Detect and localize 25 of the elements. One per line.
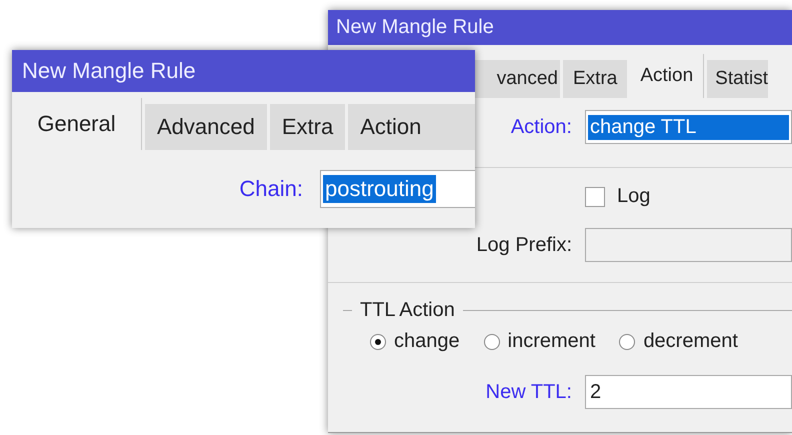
radio-option[interactable]: change	[370, 330, 460, 353]
log-checkbox[interactable]	[585, 186, 605, 206]
field-label: Action:	[510, 116, 572, 138]
tab[interactable]: Advanced	[145, 104, 267, 150]
action-dropdown[interactable]: change TTL	[585, 110, 792, 144]
field-value: 2	[589, 380, 602, 404]
field-value: postrouting	[323, 175, 436, 203]
tab[interactable]: Extra	[270, 104, 346, 150]
field-label: New TTL:	[486, 380, 572, 404]
chain-dropdown[interactable]: postrouting	[320, 170, 475, 208]
ttl-field[interactable]: 2	[585, 375, 792, 409]
tab[interactable]: Statist	[707, 60, 768, 98]
field-label: Chain:	[239, 176, 303, 202]
field-value: change TTL	[588, 114, 789, 140]
radio-option[interactable]: increment	[484, 330, 596, 353]
tab[interactable]: General	[12, 98, 142, 150]
tab[interactable]: Action	[348, 104, 475, 150]
checkbox-label: Log	[617, 185, 650, 208]
radio-option[interactable]: decrement	[619, 330, 738, 353]
log-prefix-field[interactable]	[585, 228, 792, 262]
field-label: Log Prefix:	[476, 234, 572, 256]
window-title: New Mangle Rule	[12, 50, 475, 92]
group-title: TTL Action	[360, 299, 455, 322]
tab[interactable]: Extra	[563, 60, 628, 98]
window-title: New Mangle Rule	[328, 10, 792, 45]
